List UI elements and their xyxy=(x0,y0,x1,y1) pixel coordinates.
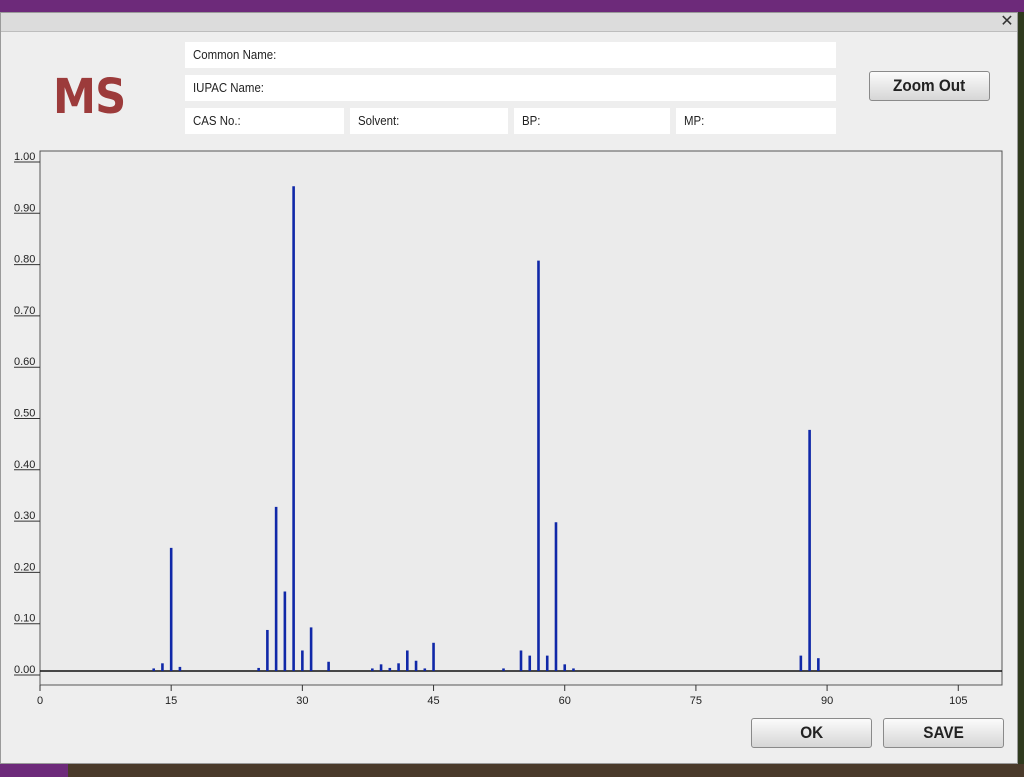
x-tick-label: 75 xyxy=(690,695,702,707)
y-tick-label: 1.00 xyxy=(14,151,35,163)
y-tick-label: 0.80 xyxy=(14,254,35,266)
ms-spectrum-chart: 0.00 0.10 0.20 0.30 0.40 0.50 0.60 0.70 0.80 0.90… xyxy=(14,150,1003,707)
y-tick-label: 0.50 xyxy=(14,408,35,420)
x-tick-label: 0 xyxy=(37,695,43,707)
x-tick-label: 45 xyxy=(427,695,439,707)
plot-area xyxy=(39,150,1003,686)
y-tick-label: 0.30 xyxy=(14,510,35,522)
x-tick-label: 30 xyxy=(296,695,308,707)
y-tick-label: 0.70 xyxy=(14,305,35,317)
x-axis: 0 15 30 45 60 75 90 105 xyxy=(37,685,967,707)
x-tick-label: 105 xyxy=(949,695,967,707)
y-tick-label: 0.20 xyxy=(14,561,35,573)
y-tick-label: 0.00 xyxy=(14,664,35,676)
y-tick-label: 0.40 xyxy=(14,459,35,471)
y-tick-label: 0.90 xyxy=(14,202,35,214)
y-axis: 0.00 0.10 0.20 0.30 0.40 0.50 0.60 0.70 0.80 0.90… xyxy=(14,151,40,676)
x-tick-label: 15 xyxy=(165,695,177,707)
x-tick-label: 60 xyxy=(559,695,571,707)
x-tick-label: 90 xyxy=(821,695,833,707)
y-tick-label: 0.60 xyxy=(14,356,35,368)
y-tick-label: 0.10 xyxy=(14,613,35,625)
